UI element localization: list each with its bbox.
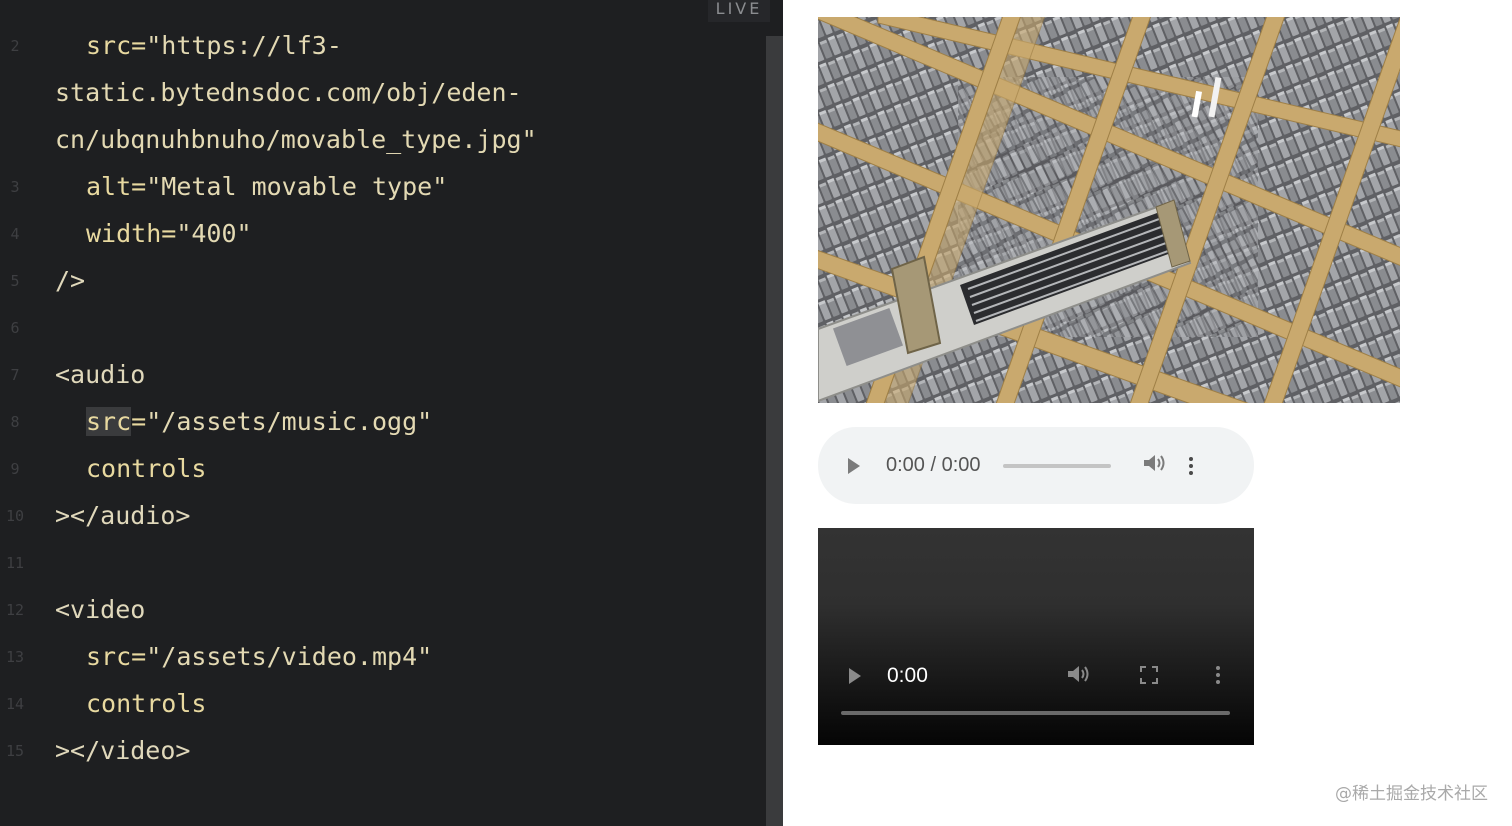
code-token: src: [86, 407, 132, 436]
more-vert-icon[interactable]: [1216, 666, 1220, 684]
code-line[interactable]: 13 src="/assets/video.mp4": [0, 637, 760, 677]
code-line[interactable]: 7 <audio: [0, 355, 760, 395]
code-text: ></audio>: [55, 496, 190, 536]
audio-time: 0:00 / 0:00: [886, 454, 981, 476]
line-number: 11: [5, 554, 25, 572]
code-token: <video: [55, 595, 146, 624]
code-line[interactable]: 5 />: [0, 261, 760, 301]
video-player[interactable]: 0:00: [818, 528, 1254, 745]
line-number: 3: [10, 178, 20, 196]
code-token: "400": [176, 219, 252, 248]
line-number: 13: [5, 648, 25, 666]
line-number: 5: [10, 272, 20, 290]
code-text: cn/ubqnuhbnuho/movable_type.jpg": [55, 120, 537, 160]
editor-scrollbar[interactable]: [766, 36, 783, 826]
code-token: "Metal movable type": [146, 172, 448, 201]
code-line[interactable]: 6: [0, 308, 760, 348]
line-number: 8: [10, 413, 20, 431]
line-number: 6: [10, 319, 20, 337]
line-number: 15: [5, 742, 25, 760]
code-line[interactable]: 10 ></audio>: [0, 496, 760, 536]
code-text: alt="Metal movable type": [86, 167, 447, 207]
code-text: width="400": [86, 214, 252, 254]
volume-icon[interactable]: [1143, 453, 1167, 478]
code-line[interactable]: cn/ubqnuhbnuho/movable_type.jpg": [0, 120, 760, 160]
video-time: 0:00: [887, 664, 928, 687]
code-token: <audio: [55, 360, 146, 389]
code-token: cn/ubqnuhbnuho/movable_type.jpg": [55, 125, 537, 154]
code-line[interactable]: 2 src="https://lf3-: [0, 26, 760, 66]
code-text: src="/assets/music.ogg": [86, 402, 432, 442]
movable-type-image: [818, 17, 1400, 403]
code-line[interactable]: 14 controls: [0, 684, 760, 724]
code-editor[interactable]: LIVE 2 src="https://lf3- static.bytednsdoc…: [0, 0, 783, 826]
code-text: controls: [86, 449, 206, 489]
code-token: src=: [86, 642, 147, 671]
code-line[interactable]: static.bytednsdoc.com/obj/eden-: [0, 73, 760, 113]
line-number: 14: [5, 695, 25, 713]
volume-icon[interactable]: [1067, 664, 1091, 689]
code-token: "/assets/music.ogg": [146, 407, 433, 436]
volume-icon-svg: [1068, 666, 1089, 682]
line-number: 9: [10, 460, 20, 478]
audio-player[interactable]: 0:00 / 0:00: [818, 427, 1254, 504]
code-token: static.bytednsdoc.com/obj/eden-: [55, 78, 522, 107]
code-line[interactable]: 9 controls: [0, 449, 760, 489]
watermark: @稀土掘金技术社区: [1335, 784, 1488, 804]
code-text: ></video>: [55, 731, 190, 771]
code-token: "https://lf3-: [146, 31, 342, 60]
code-token: ></video>: [55, 736, 191, 765]
more-vert-icon[interactable]: [1188, 456, 1193, 475]
code-token: controls: [86, 454, 207, 483]
live-preview: 0:00 / 0:00 0:00 @稀土掘金技术社区: [783, 0, 1512, 826]
code-token: src=: [86, 31, 147, 60]
code-line[interactable]: 15 ></video>: [0, 731, 760, 771]
code-token: "/assets/video.mp4": [146, 642, 433, 671]
code-line[interactable]: 4 width="400": [0, 214, 760, 254]
code-line[interactable]: 12 <video: [0, 590, 760, 630]
code-text: src="/assets/video.mp4": [86, 637, 432, 677]
line-number: 12: [5, 601, 25, 619]
play-icon[interactable]: [848, 457, 860, 474]
code-token: width=: [86, 219, 177, 248]
code-token: controls: [86, 689, 207, 718]
code-text: controls: [86, 684, 206, 724]
live-badge: LIVE: [708, 0, 770, 22]
video-seek-bar[interactable]: [841, 711, 1230, 715]
code-line[interactable]: 11: [0, 543, 760, 583]
code-text: static.bytednsdoc.com/obj/eden-: [55, 73, 522, 113]
play-icon[interactable]: [849, 668, 861, 684]
fullscreen-icon[interactable]: [1140, 666, 1158, 689]
line-number: 10: [5, 507, 25, 525]
code-text: <video: [55, 590, 145, 630]
movable-type-photo: [818, 17, 1400, 403]
code-text: />: [55, 261, 85, 301]
fullscreen-icon-svg: [1140, 666, 1158, 684]
code-token: />: [55, 266, 86, 295]
code-text: <audio: [55, 355, 145, 395]
code-token: alt=: [86, 172, 147, 201]
volume-icon-svg: [1143, 455, 1165, 471]
line-number: 4: [10, 225, 20, 243]
code-line[interactable]: 3 alt="Metal movable type": [0, 167, 760, 207]
code-token: ></audio>: [55, 501, 191, 530]
audio-seek-slider[interactable]: [1002, 463, 1111, 468]
code-line[interactable]: 8 src="/assets/music.ogg": [0, 402, 760, 442]
line-number: 2: [10, 37, 20, 55]
code-token: =: [131, 407, 147, 436]
code-text: src="https://lf3-: [86, 26, 342, 66]
line-number: 7: [10, 366, 20, 384]
